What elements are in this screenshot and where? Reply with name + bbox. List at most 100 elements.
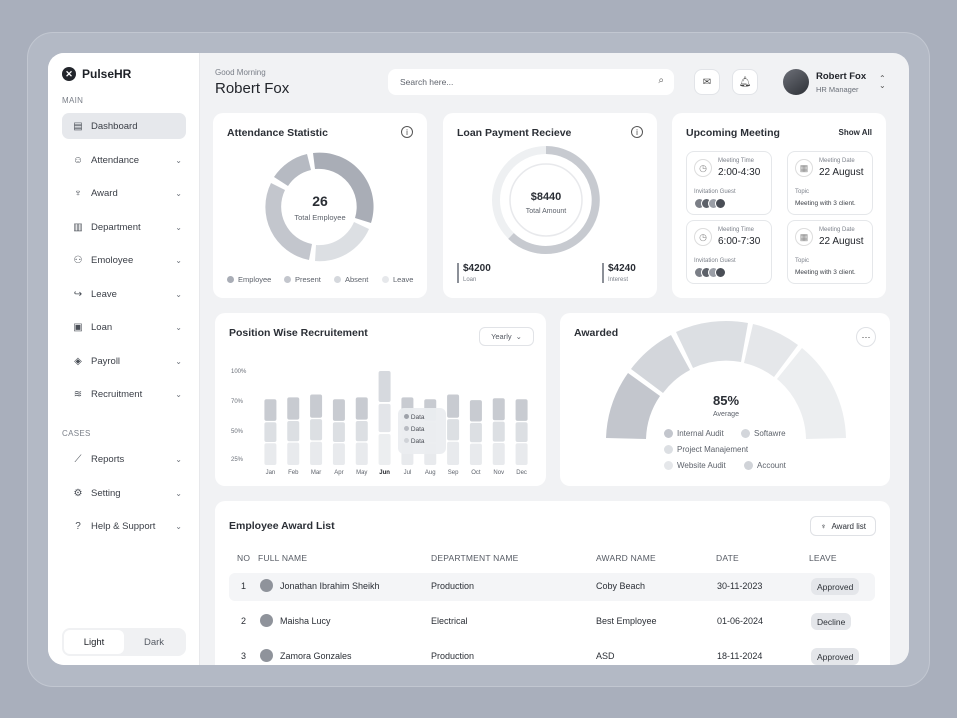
- sidebar-item-employee[interactable]: ⚇ Emoloyee ⌄: [62, 247, 186, 273]
- meeting-time-card-1[interactable]: ◷ Meeting Time 2:00-4:30 Invitation Gues…: [686, 151, 772, 215]
- mail-icon: ✉: [702, 76, 712, 88]
- chevron-updown-icon[interactable]: ⌃ ⌄: [879, 75, 886, 90]
- card-icon: ▣: [73, 321, 83, 333]
- table-row[interactable]: 2 Maisha Lucy Electrical Best Employee 0…: [229, 608, 875, 636]
- bar-sep[interactable]: [447, 394, 460, 466]
- avatar: [260, 614, 273, 627]
- dashboard-icon: ▤: [73, 120, 83, 132]
- bar-segment: [469, 443, 482, 465]
- user-icon: ☺: [72, 154, 84, 166]
- search-placeholder: Search here...: [400, 77, 454, 87]
- legend-present: Present: [284, 275, 321, 284]
- status-badge: Approved: [811, 648, 860, 665]
- table-row[interactable]: 1 Jonathan Ibrahim Sheikh Production Cob…: [229, 573, 875, 601]
- brand-name: PulseHR: [82, 67, 132, 81]
- tooltip-dot: [404, 426, 409, 431]
- legend-dot: [227, 276, 234, 283]
- bar-segment: [469, 422, 482, 443]
- bar-feb[interactable]: [287, 397, 300, 465]
- sidebar-item-dashboard[interactable]: ▤ Dashboard: [62, 113, 186, 139]
- sidebar-item-attendance[interactable]: ☺ Attendance ⌄: [62, 147, 186, 173]
- bar-segment: [515, 422, 528, 442]
- loan-amount: $8440: [530, 191, 562, 203]
- bar-mar[interactable]: [310, 394, 323, 466]
- profile-role: HR Manager: [816, 85, 859, 94]
- bar-oct[interactable]: [469, 400, 482, 465]
- cases-section-label: CASES: [62, 429, 91, 438]
- bar-apr[interactable]: [332, 399, 345, 465]
- chevron-down-icon: ⌄: [175, 222, 182, 232]
- bar-segment: [492, 421, 505, 442]
- bar-jan[interactable]: [264, 399, 277, 465]
- sidebar-item-department[interactable]: ▥ Department ⌄: [62, 214, 186, 240]
- sidebar-item-reports[interactable]: ⟋ Reports ⌄: [62, 446, 186, 472]
- x-tick-label: Dec: [516, 470, 527, 476]
- trophy-icon: ♆: [820, 521, 827, 531]
- avatar[interactable]: [783, 69, 809, 95]
- y-tick-label: 25%: [231, 457, 244, 463]
- sidebar-item-leave[interactable]: ↪ Leave ⌄: [62, 281, 186, 307]
- bar-segment: [264, 399, 277, 421]
- row-department: Production: [431, 651, 475, 661]
- loan-card: Loan Payment Recieve i $8440 Total Amoun…: [443, 113, 657, 298]
- meeting-date-card-2[interactable]: ▦ Meeting Date 22 August Topic Meeting w…: [787, 220, 873, 284]
- pulse-logo-icon: ✕: [62, 67, 76, 81]
- clock-icon: ◷: [694, 228, 712, 246]
- bar-nov[interactable]: [492, 398, 505, 465]
- legend-label: Employee: [238, 275, 272, 284]
- x-tick-label: Jan: [266, 470, 276, 476]
- awarded-percent: 85%: [712, 393, 740, 408]
- show-all-link[interactable]: Show All: [839, 128, 872, 137]
- sidebar-item-award[interactable]: ♆ Award ⌄: [62, 180, 186, 206]
- table-row[interactable]: 3 Zamora Gonzales Production ASD 18-11-2…: [229, 643, 875, 665]
- legend-dot: [334, 276, 341, 283]
- legend-employee: Employee: [227, 275, 271, 284]
- sidebar-item-help[interactable]: ? Help & Support ⌄: [62, 513, 186, 539]
- bar-dec[interactable]: [515, 399, 528, 465]
- award-list-button[interactable]: ♆ Award list: [810, 516, 876, 536]
- bar-jun[interactable]: [378, 371, 391, 465]
- bar-segment: [310, 419, 323, 441]
- x-tick-label: Jul: [404, 470, 412, 476]
- tooltip-row: Data: [404, 424, 440, 436]
- search-input[interactable]: Search here... ⌕: [388, 69, 674, 95]
- legend-dot: [664, 461, 673, 470]
- loan-value: $4200: [463, 263, 491, 274]
- x-tick-label: Sep: [448, 470, 459, 476]
- clock-icon: ◷: [694, 159, 712, 177]
- legend-dot: [741, 429, 750, 438]
- loan-marker: [457, 263, 459, 283]
- chevron-down-icon: ⌄: [175, 521, 182, 531]
- meeting-time-card-2[interactable]: ◷ Meeting Time 6:00-7:30 Invitation Gues…: [686, 220, 772, 284]
- mail-button[interactable]: ✉: [694, 69, 720, 95]
- sidebar-item-setting[interactable]: ⚙ Setting ⌄: [62, 480, 186, 506]
- sidebar-item-loan[interactable]: ▣ Loan ⌄: [62, 314, 186, 340]
- greeting: Good Morning: [215, 68, 266, 77]
- tooltip-label: Data: [410, 426, 425, 433]
- sidebar-item-recruitment[interactable]: ≋ Recruitment ⌄: [62, 381, 186, 407]
- theme-dark-button[interactable]: Dark: [124, 630, 184, 654]
- col-header-date: DATE: [716, 553, 739, 563]
- notification-button[interactable]: 🔔︎: [732, 69, 758, 95]
- chevron-down-icon: ⌄: [175, 188, 182, 198]
- donut-segment-absent: [315, 222, 369, 262]
- bar-segment: [287, 421, 300, 442]
- sidebar-item-label: Department: [91, 221, 141, 233]
- search-icon[interactable]: ⌕: [658, 75, 664, 86]
- x-tick-label: Aug: [425, 470, 436, 476]
- sidebar-item-label: Recruitment: [91, 388, 143, 400]
- attendance-total: 26: [312, 193, 328, 209]
- row-award: ASD: [596, 651, 615, 661]
- theme-light-button[interactable]: Light: [64, 630, 124, 654]
- bar-segment: [264, 443, 277, 465]
- bar-may[interactable]: [355, 397, 368, 465]
- sidebar-item-label: Award: [91, 187, 118, 199]
- chevron-down-icon: ⌄: [175, 454, 182, 464]
- bar-segment: [287, 397, 300, 420]
- sidebar-item-payroll[interactable]: ◈ Payroll ⌄: [62, 348, 186, 374]
- meeting-date-card-1[interactable]: ▦ Meeting Date 22 August Topic Meeting w…: [787, 151, 873, 215]
- trophy-icon: ♆: [74, 187, 82, 199]
- legend-label: Website Audit: [677, 461, 726, 470]
- sidebar-item-label: Emoloyee: [91, 254, 134, 266]
- brand-logo[interactable]: ✕ PulseHR: [62, 67, 131, 81]
